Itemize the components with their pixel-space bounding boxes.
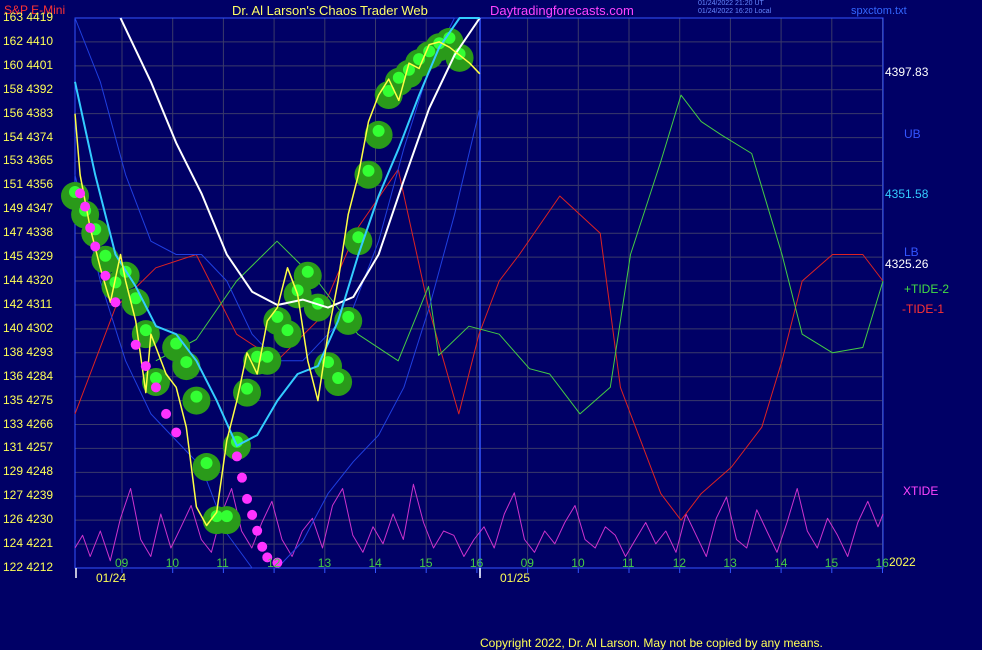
plot-frame (74, 17, 884, 569)
brand-title: Dr. Al Larson's Chaos Trader Web (232, 3, 428, 18)
x-date-label: 01/25 (500, 571, 531, 585)
y-tick-label: 144 4320 (3, 273, 54, 288)
x-hour-label: 09 (520, 556, 534, 570)
x-hour-label: 10 (571, 556, 585, 570)
magenta-dot (130, 339, 141, 350)
bubble-dot (332, 372, 345, 385)
site-title: Daytradingforecasts.com (490, 3, 634, 18)
y-tick-label: 138 4293 (3, 344, 54, 359)
magenta-dot (150, 382, 161, 393)
bubble-dot (372, 124, 385, 137)
bubble-dot (261, 350, 274, 363)
bubble-dot (342, 310, 355, 323)
y-tick-label: 126 4230 (3, 512, 54, 527)
magenta-dot (252, 525, 263, 536)
right-label-ub: UB (904, 127, 921, 141)
y-tick-label: 127 4239 (3, 488, 54, 503)
y-tick-label: 153 4365 (3, 153, 54, 168)
bubble-dot (139, 324, 152, 337)
magenta-dot (100, 270, 111, 281)
y-tick-label: 133 4266 (3, 416, 54, 431)
bubble-dot (220, 510, 233, 523)
right-label-xtide: XTIDE (903, 484, 939, 498)
magenta-dot (161, 408, 172, 419)
right-label-price-mid: 4351.58 (885, 187, 929, 201)
y-tick-label: 124 4221 (3, 536, 54, 551)
magenta-dot (171, 427, 182, 438)
copyright: Copyright 2022, Dr. Al Larson. May not b… (480, 636, 823, 650)
y-tick-label: 151 4356 (3, 177, 54, 192)
y-tick-label: 149 4347 (3, 201, 54, 216)
y-tick-label: 145 4329 (3, 249, 54, 264)
year-label: 2022 (889, 555, 916, 569)
x-hour-label: 13 (317, 556, 332, 570)
bubble-dot (362, 164, 375, 177)
x-hour-label: 16 (469, 556, 484, 570)
bubble-dot (281, 324, 294, 337)
y-tick-label: 158 4392 (3, 81, 54, 96)
y-tick-label: 163 4419 (3, 10, 54, 24)
y-tick-label: 160 4401 (3, 57, 54, 72)
y-tick-label: 135 4275 (3, 392, 54, 407)
bubble-dot (200, 457, 213, 470)
timestamp-ut: 01/24/2022 21:20 UT (698, 0, 764, 7)
bubble-dot (190, 390, 203, 403)
magenta-dot (80, 201, 91, 212)
right-label-price-last: 4325.26 (885, 257, 929, 271)
bubble-dot (301, 265, 314, 278)
y-tick-label: 156 4383 (3, 105, 54, 120)
x-hour-label: 14 (774, 556, 788, 570)
file-name: spxctom.txt (851, 5, 907, 17)
x-hour-label: 15 (419, 556, 433, 570)
magenta-dot (90, 241, 101, 252)
right-label-price-high: 4397.83 (885, 65, 929, 79)
y-tick-label: 129 4248 (3, 464, 54, 479)
x-hour-label: 12 (672, 556, 687, 570)
chart-window: { "header": { "symbol": "S&P E-Mini", "b… (0, 0, 982, 650)
bubble-dot (99, 249, 112, 262)
y-tick-label: 142 4311 (3, 296, 53, 311)
chart-svg (61, 17, 884, 578)
magenta-dot (257, 541, 268, 552)
y-tick-label: 162 4410 (3, 33, 54, 48)
x-hour-label: 11 (216, 556, 229, 570)
x-hour-label: 14 (368, 556, 382, 570)
magenta-dot (85, 222, 96, 233)
x-hour-label: 15 (824, 556, 839, 570)
x-hour-label: 10 (165, 556, 180, 570)
bubble-dot (392, 71, 405, 84)
x-hour-label: 09 (115, 556, 129, 570)
magenta-dot (110, 297, 121, 308)
right-label-tide-plus: +TIDE-2 (904, 282, 950, 296)
bubble-dot (149, 372, 162, 385)
x-hour-label: 16 (875, 556, 889, 570)
magenta-dot (140, 361, 151, 372)
x-hour-label: 13 (723, 556, 737, 570)
y-tick-label: 147 4338 (3, 225, 54, 240)
y-tick-label: 140 4302 (3, 320, 54, 335)
x-hour-label: 12 (267, 556, 281, 570)
y-tick-label: 136 4284 (3, 368, 54, 383)
bubble-dot (241, 382, 254, 395)
timestamp-local: 01/24/2022 16:20 Local (698, 8, 772, 15)
x-date-label: 01/24 (96, 571, 127, 585)
y-tick-label: 122 4212 (3, 560, 54, 574)
bubble-dot (180, 356, 193, 369)
y-tick-label: 154 4374 (3, 129, 54, 144)
magenta-dot (236, 472, 247, 483)
right-label-tide-minus: -TIDE-1 (902, 302, 944, 316)
magenta-dot (75, 188, 86, 199)
magenta-dot (247, 509, 258, 520)
x-hour-label: 11 (622, 556, 635, 570)
y-tick-label: 131 4257 (3, 440, 54, 455)
magenta-dot (231, 451, 242, 462)
magenta-dot (242, 493, 253, 504)
